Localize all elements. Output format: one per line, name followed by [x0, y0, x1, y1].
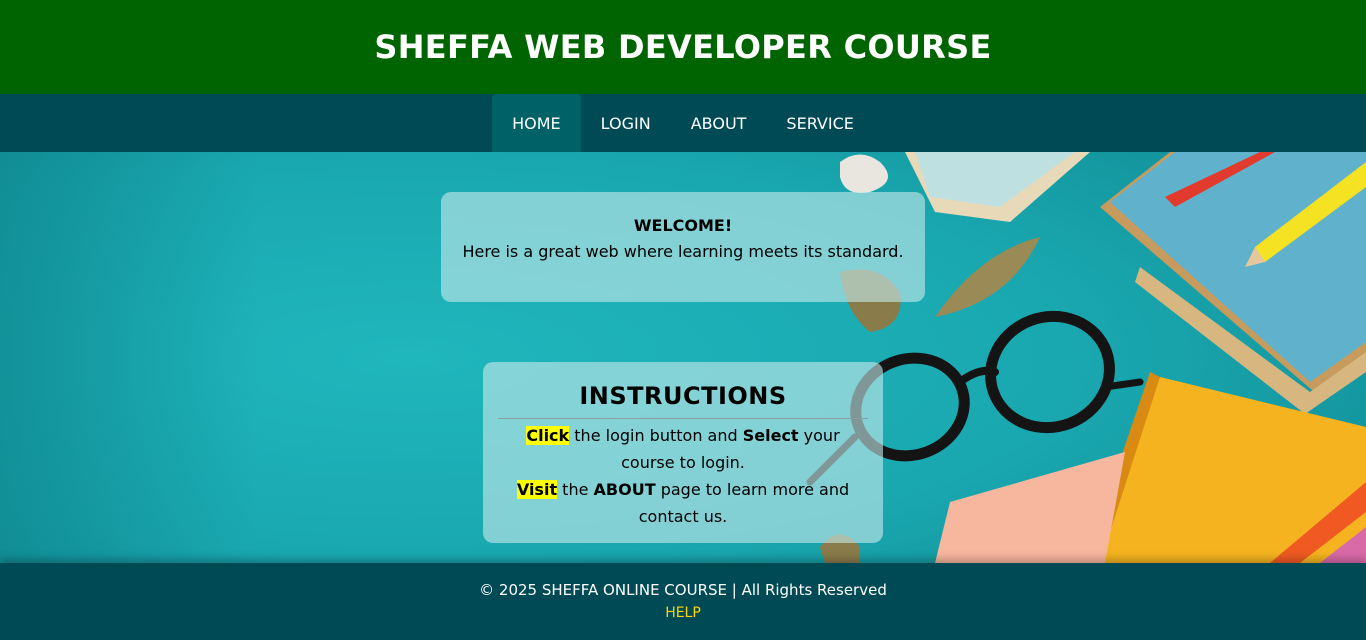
instruction-line-login: Click the login button and Select your c… [526, 426, 840, 472]
bold-about: ABOUT [593, 480, 656, 499]
help-link[interactable]: HELP [665, 605, 701, 622]
highlight-visit: Visit [516, 480, 558, 499]
instructions-divider [498, 418, 868, 419]
instructions-title: INSTRUCTIONS [579, 382, 787, 410]
nav-about-link[interactable]: ABOUT [671, 94, 767, 152]
highlight-click: Click [526, 426, 570, 445]
main-nav: HOME LOGIN ABOUT SERVICE [0, 94, 1366, 152]
instructions-card: INSTRUCTIONS Click the login button and … [483, 362, 883, 543]
welcome-title: WELCOME! [633, 216, 733, 235]
nav-service-link[interactable]: SERVICE [766, 94, 873, 152]
site-header: SHEFFA WEB DEVELOPER COURSE [0, 0, 1366, 94]
site-title: SHEFFA WEB DEVELOPER COURSE [374, 28, 992, 66]
hero-section: WELCOME! Here is a great web where learn… [0, 152, 1366, 563]
bold-select: Select [742, 426, 799, 445]
footer-copyright: © 2025 SHEFFA ONLINE COURSE | All Rights… [479, 581, 887, 599]
welcome-card: WELCOME! Here is a great web where learn… [441, 192, 925, 302]
instruction-line-about: Visit the ABOUT page to learn more and c… [516, 480, 850, 526]
site-footer: © 2025 SHEFFA ONLINE COURSE | All Rights… [0, 563, 1366, 640]
welcome-text: Here is a great web where learning meets… [462, 242, 904, 261]
nav-login-link[interactable]: LOGIN [581, 94, 671, 152]
nav-home-link[interactable]: HOME [492, 94, 581, 152]
